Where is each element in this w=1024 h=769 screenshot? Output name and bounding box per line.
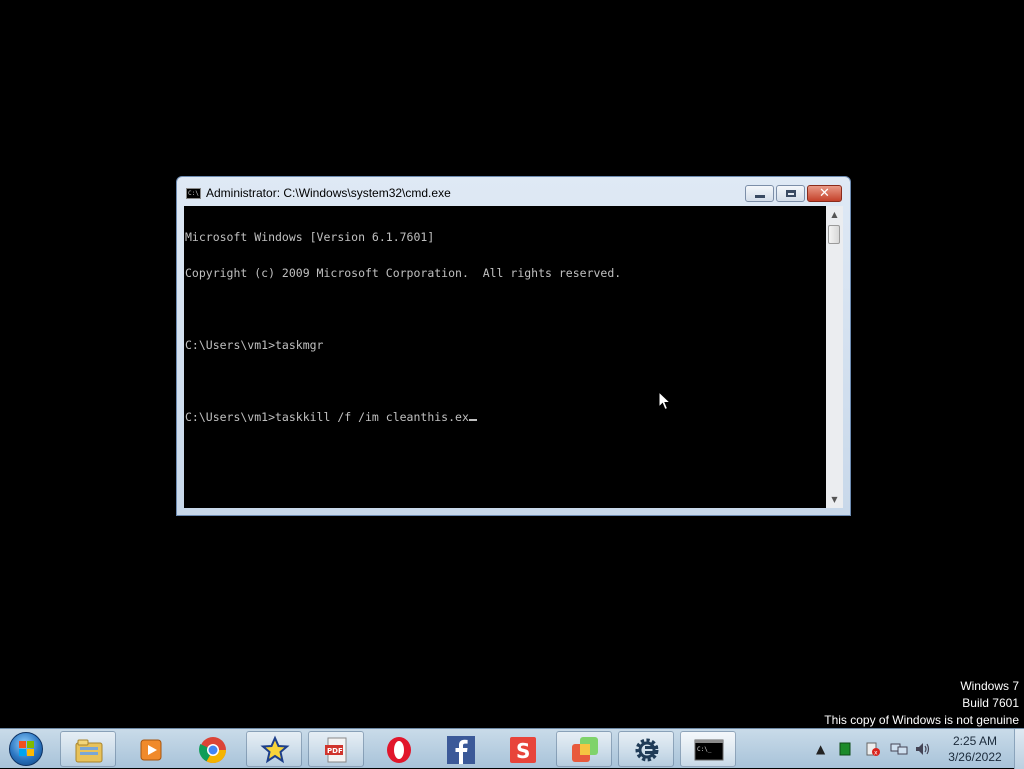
scroll-up-icon[interactable]: ▲ — [826, 206, 843, 223]
console-line: Microsoft Windows [Version 6.1.7601] — [185, 230, 435, 244]
green-app-tray-icon[interactable] — [838, 741, 852, 757]
taskbar-colorful-app-button[interactable] — [556, 731, 612, 767]
window-title: Administrator: C:\Windows\system32\cmd.e… — [206, 186, 451, 200]
watermark-build: Build 7601 — [962, 696, 1019, 710]
svg-text:x: x — [874, 750, 878, 757]
minimize-icon — [754, 194, 765, 198]
opera-icon — [387, 737, 411, 763]
cmd-icon: C:\ — [186, 188, 201, 199]
windows-watermark: Windows 7 Build 7601 This copy of Window… — [824, 678, 1019, 729]
console-line: Copyright (c) 2009 Microsoft Corporation… — [185, 266, 622, 280]
text-cursor — [468, 419, 477, 421]
console-output: Microsoft Windows [Version 6.1.7601] Cop… — [185, 207, 621, 447]
console-input-line[interactable]: C:\Users\vm1>taskkill /f /im cleanthis.e… — [185, 411, 621, 423]
chrome-icon — [199, 737, 227, 764]
star-app-icon — [260, 735, 290, 764]
taskbar-cmd-button[interactable]: C:\_ — [680, 731, 736, 767]
scroll-thumb[interactable] — [828, 225, 840, 244]
windows-flag-icon — [19, 741, 35, 757]
clock-date: 3/26/2022 — [948, 750, 1002, 764]
pdf-icon: PDF — [325, 737, 347, 763]
windows-explorer-icon — [75, 739, 103, 763]
facebook-icon — [447, 736, 475, 764]
watermark-os: Windows 7 — [960, 679, 1019, 693]
maximize-icon — [785, 190, 796, 197]
system-tray: ▲ x 2:25 AM 3/26/2022 — [810, 729, 1024, 769]
start-button[interactable] — [4, 731, 48, 767]
cmd-window: C:\ Administrator: C:\Windows\system32\c… — [176, 176, 851, 516]
minimize-button[interactable] — [745, 185, 774, 202]
svg-text:PDF: PDF — [327, 747, 343, 755]
taskbar-star-app-button[interactable] — [246, 731, 302, 767]
close-button[interactable]: ✕ — [807, 185, 842, 202]
svg-text:C:\_: C:\_ — [697, 746, 712, 753]
gear-app-icon — [635, 738, 659, 762]
taskbar-gear-app-button[interactable] — [618, 731, 674, 767]
media-player-icon — [140, 739, 162, 761]
taskbar-facebook-button[interactable] — [432, 731, 488, 767]
taskbar-explorer-button[interactable] — [60, 731, 116, 767]
close-icon: ✕ — [819, 186, 830, 201]
clock[interactable]: 2:25 AM 3/26/2022 — [940, 733, 1010, 765]
scroll-down-icon[interactable]: ▼ — [826, 491, 843, 508]
colorful-squares-icon — [572, 737, 598, 762]
console-command: C:\Users\vm1>taskkill /f /im cleanthis.e… — [185, 410, 469, 424]
taskbar-pdf-button[interactable]: PDF — [308, 731, 364, 767]
command-prompt-icon: C:\_ — [694, 739, 724, 761]
console-line: C:\Users\vm1>taskmgr — [185, 338, 324, 352]
console-area[interactable]: Microsoft Windows [Version 6.1.7601] Cop… — [184, 206, 826, 508]
show-hidden-icons-icon[interactable]: ▲ — [816, 741, 825, 757]
clock-time: 2:25 AM — [952, 734, 998, 748]
windows-start-orb — [9, 732, 43, 766]
svg-text:S: S — [516, 739, 530, 763]
watermark-genuine: This copy of Windows is not genuine — [824, 713, 1019, 727]
vertical-scrollbar[interactable]: ▲ ▼ — [826, 206, 843, 508]
show-desktop-button[interactable] — [1014, 729, 1024, 769]
taskbar-chrome-button[interactable] — [184, 731, 240, 767]
action-center-icon[interactable]: x — [864, 741, 882, 757]
volume-icon[interactable] — [914, 741, 932, 757]
mouse-pointer-icon — [658, 391, 672, 411]
taskbar-opera-button[interactable] — [370, 731, 426, 767]
taskbar-media-player-button[interactable] — [122, 731, 178, 767]
s-app-icon: S — [510, 737, 536, 763]
window-titlebar[interactable]: C:\ Administrator: C:\Windows\system32\c… — [177, 177, 850, 207]
network-icon[interactable] — [890, 741, 908, 757]
taskbar: PDF S C:\_ ▲ x 2:25 AM 3/26/2022 — [0, 728, 1024, 769]
maximize-button[interactable] — [776, 185, 805, 202]
taskbar-s-app-button[interactable]: S — [494, 731, 550, 767]
